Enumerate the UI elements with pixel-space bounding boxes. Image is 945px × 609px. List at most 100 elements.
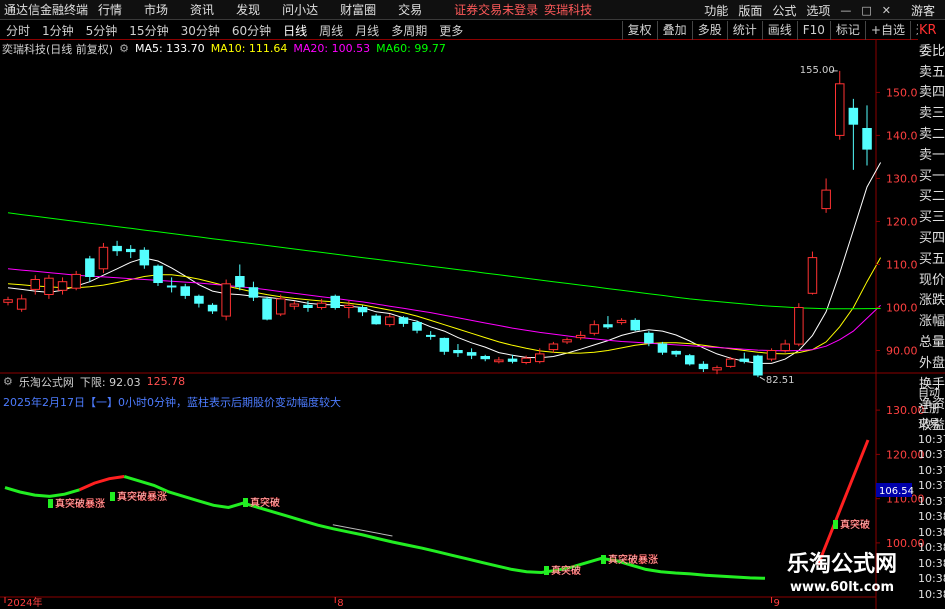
x-tick-label: 8: [337, 598, 343, 609]
candle-body: [126, 248, 136, 253]
candle: [548, 341, 559, 353]
candle: [57, 277, 68, 295]
candle-body: [112, 245, 122, 252]
candle-body: [657, 343, 668, 353]
candle: [235, 264, 245, 291]
candle: [98, 242, 109, 274]
quote-side-panel: KR 委比 卖五 卖四 卖三 卖二 卖一 买一 买二 买三 买四 买五 现价 涨跌 涨幅 总量 外盘 换手 净资 收益: [918, 21, 945, 433]
candle-body: [535, 353, 545, 363]
candle: [794, 303, 804, 347]
candle: [412, 320, 422, 334]
candle-body: [575, 334, 586, 339]
candle: [276, 294, 286, 317]
candle-body: [166, 285, 177, 288]
candle: [739, 352, 750, 364]
tick-panel-item: 10:38: [918, 510, 945, 523]
candle: [248, 281, 259, 302]
side-panel-item: 总量: [919, 334, 945, 350]
candle-body: [262, 298, 272, 320]
trading-terminal: 通达信金融终端 行情 市场 资讯 发现 问小达 财富圈 交易 证券交易未登录 奕…: [0, 0, 945, 609]
candle: [85, 255, 95, 282]
candle: [603, 316, 613, 329]
candle-body: [139, 249, 150, 266]
indicator-segment: [78, 475, 125, 492]
tick-panel-item: 交易: [918, 417, 940, 430]
tick-panel-item: 10:37: [918, 448, 945, 461]
candle: [180, 283, 190, 299]
candle-body: [548, 343, 559, 351]
candle-body: [194, 295, 204, 304]
candle-body: [385, 316, 395, 326]
side-panel-item: 卖四: [919, 85, 945, 101]
candle: [630, 318, 640, 332]
candle: [3, 296, 13, 306]
candle-body: [725, 358, 736, 367]
candle-body: [180, 286, 190, 296]
candle: [426, 331, 436, 340]
candle: [589, 320, 600, 336]
candle-body: [235, 276, 245, 288]
tick-panel-item: 10:37: [918, 432, 945, 446]
side-panel-item: 现价: [919, 272, 945, 288]
candle-body: [671, 350, 681, 355]
candle-body: [44, 277, 54, 296]
candle-body: [521, 357, 531, 364]
tick-panel-item: 注册: [918, 401, 940, 415]
signal-label: 真突破: [840, 518, 870, 531]
tick-panel-item: 10:37: [918, 463, 945, 477]
candle-body: [303, 304, 313, 308]
candle-body: [794, 307, 804, 345]
candle-body: [371, 315, 381, 325]
candle: [289, 301, 300, 310]
side-panel-item: 外盘: [919, 355, 945, 371]
candle-body: [644, 332, 654, 344]
side-panel-item: 委比: [919, 43, 945, 59]
candle-body: [494, 359, 504, 363]
price-chart[interactable]: 90.00100.00110.00120.00130.00140.00150.0…: [0, 0, 945, 609]
candle: [194, 294, 204, 308]
side-panel-item: 卖三: [919, 106, 945, 122]
indicator-rise-line: [816, 439, 870, 566]
side-panel-item: 卖二: [919, 126, 945, 142]
side-panel-item: 卖一: [919, 147, 945, 163]
candle: [153, 264, 163, 286]
side-panel-item: 买一: [919, 168, 945, 184]
candle-body: [16, 298, 27, 310]
watermark-title: 乐淘公式网: [786, 552, 897, 577]
candle-body: [85, 258, 95, 277]
signal-label: 真突破暴涨: [55, 497, 105, 510]
candle: [466, 348, 477, 360]
candle: [44, 274, 54, 299]
candle-body: [357, 307, 368, 313]
candle-body: [426, 334, 436, 337]
signal-marker: [110, 492, 115, 501]
candle: [16, 294, 27, 312]
tick-panel-item: 10:38: [918, 587, 945, 601]
candle-body: [57, 281, 68, 291]
candle: [657, 341, 668, 355]
candle-body: [98, 246, 109, 270]
indicator-settings-icon[interactable]: ⚙: [3, 375, 13, 388]
side-panel-item: 买二: [919, 189, 945, 205]
ma-line-ma5: [7, 162, 882, 364]
candle: [398, 316, 409, 327]
candle-body: [616, 319, 627, 324]
side-panel-code: KR: [919, 23, 937, 38]
signal-marker: [833, 520, 838, 529]
candle-body: [439, 337, 450, 352]
tick-panel-item: 10:37: [918, 494, 945, 508]
candle: [821, 178, 831, 213]
candle-body: [398, 317, 409, 324]
candle-body: [862, 128, 872, 150]
indicator-title-bar: ⚙ 乐淘公式网 下限: 92.03 125.78: [0, 374, 945, 389]
signal-marker: [48, 499, 53, 508]
indicator-segment: [123, 475, 766, 580]
candle: [112, 240, 122, 256]
tick-panel-item: 10:37: [918, 479, 945, 492]
candle-body: [276, 298, 286, 315]
candle-body: [807, 257, 818, 294]
signal-label: 真突破: [250, 496, 280, 509]
signal-marker: [243, 498, 248, 507]
watermark-url: www.60lt.com: [789, 580, 895, 595]
signal-label: 真突破: [551, 564, 581, 577]
